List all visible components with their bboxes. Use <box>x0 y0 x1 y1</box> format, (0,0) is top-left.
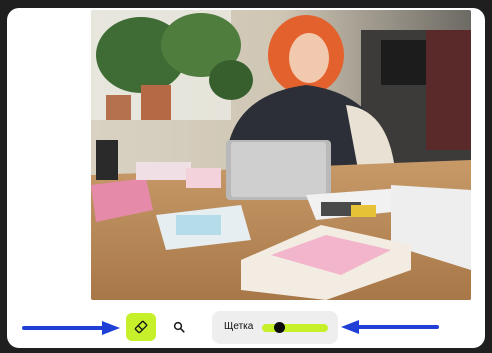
eraser-icon <box>134 320 148 334</box>
workspace-photo <box>91 10 471 300</box>
brush-label: Щетка <box>224 321 254 332</box>
editor-card: Щетка <box>7 8 485 348</box>
eraser-button[interactable] <box>126 313 156 341</box>
right-annotation-arrow <box>341 320 439 334</box>
brush-size-slider[interactable] <box>262 322 328 333</box>
search-button[interactable] <box>164 313 194 341</box>
left-annotation-arrow <box>22 321 120 335</box>
magnifier-icon <box>173 321 185 333</box>
brush-size-panel: Щетка <box>212 311 338 344</box>
brush-size-thumb[interactable] <box>273 322 285 333</box>
toolbar: Щетка <box>7 308 485 348</box>
